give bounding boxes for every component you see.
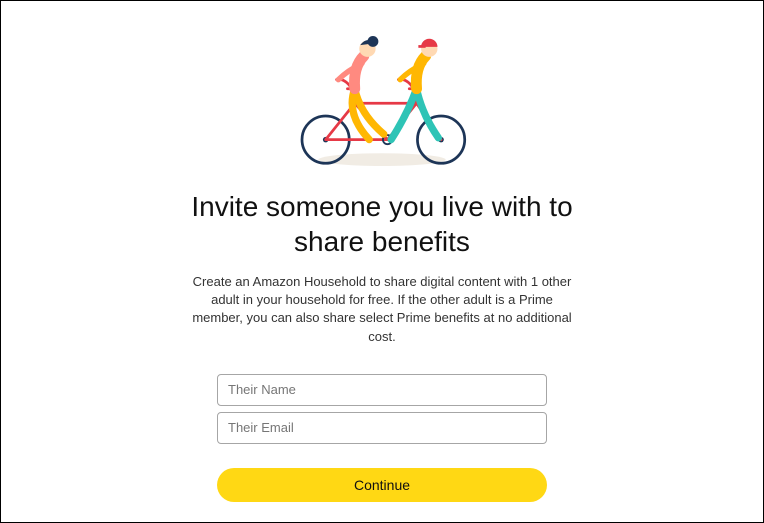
their-name-input[interactable] (217, 374, 547, 406)
page-heading: Invite someone you live with to share be… (172, 189, 592, 259)
continue-button[interactable]: Continue (217, 468, 547, 502)
tandem-bike-illustration (282, 21, 482, 171)
their-email-input[interactable] (217, 412, 547, 444)
invite-form: Continue (217, 374, 547, 502)
page-subtext: Create an Amazon Household to share digi… (192, 273, 572, 346)
